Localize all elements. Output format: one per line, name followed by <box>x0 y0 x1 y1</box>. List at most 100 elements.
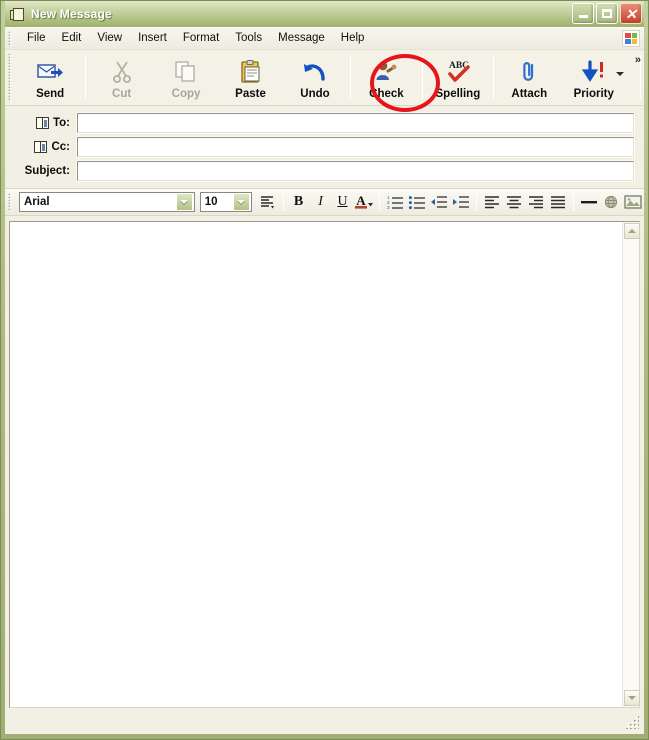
message-body-area <box>9 221 640 708</box>
check-names-button[interactable]: Check <box>354 50 418 105</box>
font-family-combo[interactable]: Arial <box>18 192 195 212</box>
spelling-abc-icon: ABC <box>444 59 472 85</box>
undo-button[interactable]: Undo <box>283 50 347 105</box>
paperclip-icon <box>515 59 543 85</box>
horizontal-line-button[interactable] <box>578 191 600 213</box>
scroll-up-button[interactable] <box>624 223 640 239</box>
formatting-toolbar: Arial 10 B I U A 1 2 3 <box>5 189 644 216</box>
menu-help[interactable]: Help <box>333 29 373 48</box>
menu-format[interactable]: Format <box>175 29 227 48</box>
paragraph-style-button[interactable] <box>257 191 279 213</box>
menu-edit[interactable]: Edit <box>54 29 90 48</box>
to-label-text: To: <box>52 116 70 129</box>
client-area: File Edit View Insert Format Tools Messa… <box>5 27 644 734</box>
cut-button[interactable]: Cut <box>89 50 153 105</box>
address-book-icon[interactable] <box>34 140 48 153</box>
format-separator <box>573 193 575 211</box>
decrease-indent-button[interactable] <box>428 191 450 213</box>
toolbar-separator <box>493 55 495 99</box>
cc-input[interactable] <box>76 135 635 158</box>
check-names-icon <box>372 59 400 85</box>
subject-label: Subject: <box>24 164 70 177</box>
message-body-input[interactable] <box>10 222 622 707</box>
align-center-button[interactable] <box>503 191 525 213</box>
menu-bar: File Edit View Insert Format Tools Messa… <box>5 28 644 50</box>
message-window: New Message ✕ File Edit View Insert Form… <box>0 0 649 740</box>
bulleted-list-button[interactable] <box>406 191 428 213</box>
toolbar-separator <box>640 55 641 99</box>
cut-icon <box>108 59 136 85</box>
chevron-down-icon[interactable] <box>175 193 193 211</box>
title-bar[interactable]: New Message ✕ <box>5 1 644 27</box>
send-icon <box>36 59 64 85</box>
menu-tools[interactable]: Tools <box>227 29 270 48</box>
attach-button[interactable]: Attach <box>497 50 561 105</box>
underline-button[interactable]: U <box>332 191 354 213</box>
insert-picture-button[interactable] <box>622 191 644 213</box>
justify-button[interactable] <box>547 191 569 213</box>
priority-dropdown-arrow[interactable] <box>616 72 624 76</box>
bold-button[interactable]: B <box>288 191 310 213</box>
copy-label: Copy <box>171 88 201 100</box>
align-left-button[interactable] <box>481 191 503 213</box>
font-size-value: 10 <box>204 196 218 208</box>
svg-text:3: 3 <box>387 205 390 210</box>
priority-label: Priority <box>573 88 614 100</box>
toolbar-gripper[interactable] <box>8 53 17 102</box>
cc-label[interactable]: Cc: <box>13 140 77 153</box>
spelling-label: Spelling <box>435 88 481 100</box>
format-separator <box>282 193 284 211</box>
copy-button[interactable]: Copy <box>154 50 218 105</box>
font-size-combo[interactable]: 10 <box>199 192 252 212</box>
toolbar-separator <box>85 55 87 99</box>
toolbar-separator <box>421 55 423 99</box>
body-vertical-scrollbar[interactable] <box>622 222 640 707</box>
windows-logo-icon <box>622 30 640 47</box>
menu-file[interactable]: File <box>19 29 54 48</box>
toolbar-overflow-chevron[interactable]: » <box>635 54 641 66</box>
cc-label-text: Cc: <box>51 140 70 153</box>
format-toolbar-gripper[interactable] <box>8 193 16 211</box>
menu-insert[interactable]: Insert <box>130 29 175 48</box>
font-color-button[interactable]: A <box>353 191 375 213</box>
paste-button[interactable]: Paste <box>218 50 282 105</box>
subject-row: Subject: <box>13 159 635 182</box>
to-row: To: <box>13 111 635 134</box>
numbered-list-button[interactable]: 1 2 3 <box>384 191 406 213</box>
address-book-icon[interactable] <box>35 116 49 129</box>
priority-button[interactable]: Priority <box>562 50 626 105</box>
window-title: New Message <box>31 7 112 21</box>
menu-gripper[interactable] <box>8 30 17 47</box>
subject-input[interactable] <box>76 159 635 182</box>
align-right-button[interactable] <box>525 191 547 213</box>
window-controls: ✕ <box>572 3 642 24</box>
cc-row: Cc: <box>13 135 635 158</box>
chevron-down-icon[interactable] <box>232 193 250 211</box>
maximize-button[interactable] <box>596 3 618 24</box>
to-input[interactable] <box>76 111 635 134</box>
message-headers: To: Cc: Subject: <box>5 106 644 189</box>
undo-label: Undo <box>300 88 330 100</box>
menu-message[interactable]: Message <box>270 29 333 48</box>
insert-link-button[interactable] <box>600 191 622 213</box>
attach-label: Attach <box>511 88 548 100</box>
spelling-button[interactable]: ABC Spelling <box>426 50 490 105</box>
cut-label: Cut <box>112 88 132 100</box>
increase-indent-button[interactable] <box>450 191 472 213</box>
send-button[interactable]: Send <box>18 50 82 105</box>
menu-view[interactable]: View <box>89 29 130 48</box>
minimize-button[interactable] <box>572 3 594 24</box>
paste-label: Paste <box>235 88 266 100</box>
paste-icon <box>237 59 265 85</box>
scroll-down-button[interactable] <box>624 690 640 706</box>
svg-text:A: A <box>357 193 367 208</box>
send-label: Send <box>36 88 65 100</box>
undo-icon <box>301 59 329 85</box>
copy-icon <box>172 59 200 85</box>
check-names-label: Check <box>369 88 404 100</box>
italic-button[interactable]: I <box>310 191 332 213</box>
resize-grip[interactable] <box>625 715 639 729</box>
close-button[interactable]: ✕ <box>620 3 642 24</box>
to-label[interactable]: To: <box>13 116 77 129</box>
status-bar <box>9 709 640 730</box>
